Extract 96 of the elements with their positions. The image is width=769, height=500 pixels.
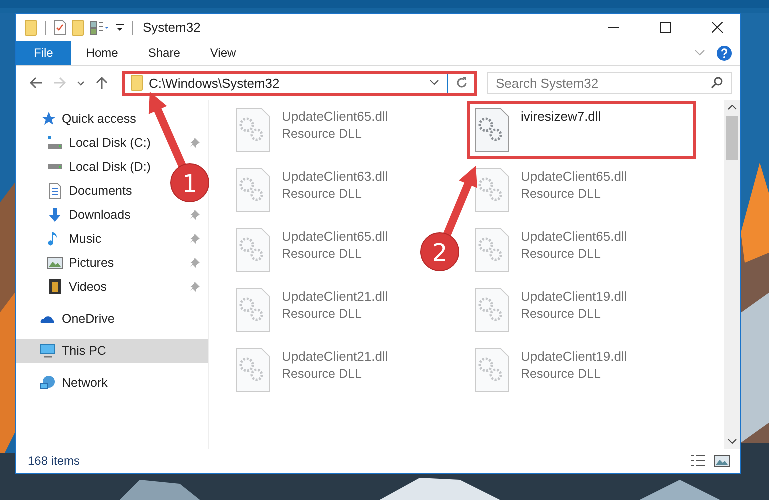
file-type: Resource DLL: [282, 127, 363, 141]
file-name: UpdateClient65.dll: [282, 109, 388, 124]
search-field[interactable]: Search System32: [487, 72, 732, 94]
sidebar-label: Documents: [69, 184, 132, 198]
file-item[interactable]: iviresizew7.dll: [467, 101, 696, 159]
maximize-icon: [660, 22, 670, 33]
pin-icon[interactable]: [190, 258, 200, 268]
search-icon[interactable]: [711, 77, 723, 89]
file-name: UpdateClient65.dll: [282, 229, 388, 244]
sidebar-item[interactable]: Pictures: [16, 251, 120, 275]
sidebar-item[interactable]: This PC: [16, 339, 208, 363]
chevron-down-icon[interactable]: [77, 80, 85, 86]
window-title: System32: [143, 20, 201, 35]
up-arrow-icon[interactable]: [95, 76, 109, 90]
file-type: Resource DLL: [282, 187, 363, 201]
file-name: UpdateClient19.dll: [521, 289, 628, 304]
file-name: UpdateClient65.dll: [521, 169, 628, 184]
sidebar-label: Local Disk (C:): [69, 136, 151, 150]
drive-icon: [47, 164, 63, 170]
scroll-down-icon[interactable]: [728, 439, 736, 444]
file-item[interactable]: UpdateClient65.dll Resource DLL: [467, 221, 636, 279]
address-path: C:\Windows\System32: [149, 76, 280, 90]
file-name: UpdateClient21.dll: [282, 349, 388, 364]
sidebar-label: Local Disk (D:): [69, 160, 151, 174]
file-item[interactable]: UpdateClient63.dll Resource DLL: [228, 161, 396, 219]
dropdown-icon[interactable]: [116, 24, 124, 32]
sidebar-item[interactable]: Network: [16, 371, 114, 395]
file-type: Resource DLL: [521, 187, 602, 201]
file-name: UpdateClient19.dll: [521, 349, 628, 364]
sidebar-item[interactable]: Local Disk (C:): [16, 131, 157, 155]
pin-icon[interactable]: [190, 282, 200, 292]
address-bar[interactable]: C:\Windows\System32: [122, 70, 477, 96]
sidebar-item[interactable]: Documents: [16, 179, 138, 203]
network-icon: [40, 375, 56, 391]
pin-icon[interactable]: [190, 234, 200, 244]
step-number: 2: [432, 239, 448, 267]
details-view-icon[interactable]: [690, 455, 706, 467]
item-count: 168 items: [28, 454, 80, 468]
scrollbar[interactable]: [724, 100, 740, 449]
sidebar-label: OneDrive: [62, 312, 115, 326]
large-icons-view-icon[interactable]: [714, 455, 730, 467]
file-item[interactable]: UpdateClient19.dll Resource DLL: [467, 341, 636, 399]
close-icon: [712, 22, 722, 33]
sidebar-label: Music: [69, 232, 102, 246]
chevron-down-icon[interactable]: [430, 80, 439, 86]
file-type: Resource DLL: [282, 307, 363, 321]
file-name: UpdateClient63.dll: [282, 169, 388, 184]
star-icon: [40, 111, 56, 127]
file-name: iviresizew7.dll: [521, 109, 602, 124]
ribbon-tab[interactable]: File: [16, 41, 72, 65]
scroll-thumb[interactable]: [726, 116, 738, 160]
sidebar-item[interactable]: Videos: [16, 275, 113, 299]
file-type: Resource DLL: [282, 367, 363, 381]
download-arrow-icon: [47, 207, 63, 223]
file-type: Resource DLL: [521, 247, 602, 261]
pin-icon[interactable]: [190, 138, 200, 148]
sidebar-item[interactable]: Local Disk (D:): [16, 155, 157, 179]
help-icon[interactable]: [717, 46, 732, 60]
view-options-icon[interactable]: [90, 20, 110, 34]
file-item[interactable]: UpdateClient65.dll Resource DLL: [467, 161, 636, 219]
file-item[interactable]: UpdateClient21.dll Resource DLL: [228, 281, 396, 339]
ribbon-tab[interactable]: View: [195, 41, 252, 65]
minimize-icon: [608, 26, 618, 28]
sidebar-item[interactable]: Quick access: [16, 107, 142, 131]
file-item[interactable]: UpdateClient19.dll Resource DLL: [467, 281, 636, 339]
sidebar-label: Quick access: [62, 112, 136, 126]
file-name: UpdateClient65.dll: [521, 229, 628, 244]
sidebar-label: Downloads: [69, 208, 131, 222]
sidebar-label: This PC: [62, 344, 106, 358]
drive-icon: [47, 135, 63, 151]
back-arrow-icon[interactable]: [29, 76, 43, 90]
scroll-up-icon[interactable]: [728, 105, 736, 110]
sidebar-label: Pictures: [69, 256, 114, 270]
file-type: Resource DLL: [282, 247, 363, 261]
folder-icon: [131, 75, 143, 91]
properties-icon[interactable]: [54, 20, 66, 35]
file-type: Resource DLL: [521, 367, 602, 381]
sidebar-label: Network: [62, 376, 108, 390]
file-item[interactable]: UpdateClient65.dll Resource DLL: [228, 221, 396, 279]
monitor-icon: [40, 343, 56, 359]
picture-icon: [47, 255, 63, 271]
pin-icon[interactable]: [190, 210, 200, 220]
step-number: 1: [182, 170, 198, 198]
ribbon-tab[interactable]: Share: [133, 41, 196, 65]
file-item[interactable]: UpdateClient65.dll Resource DLL: [228, 101, 396, 159]
file-type: Resource DLL: [521, 307, 602, 321]
file-name: UpdateClient21.dll: [282, 289, 388, 304]
sidebar-item[interactable]: Music: [16, 227, 108, 251]
sidebar-item[interactable]: Downloads: [16, 203, 137, 227]
ribbon-tab[interactable]: Home: [71, 41, 134, 65]
film-icon: [47, 279, 63, 295]
sidebar-label: Videos: [69, 280, 107, 294]
refresh-icon[interactable]: [456, 77, 468, 89]
file-item[interactable]: UpdateClient21.dll Resource DLL: [228, 341, 396, 399]
document-icon: [47, 183, 63, 199]
sidebar-item[interactable]: OneDrive: [16, 307, 121, 331]
